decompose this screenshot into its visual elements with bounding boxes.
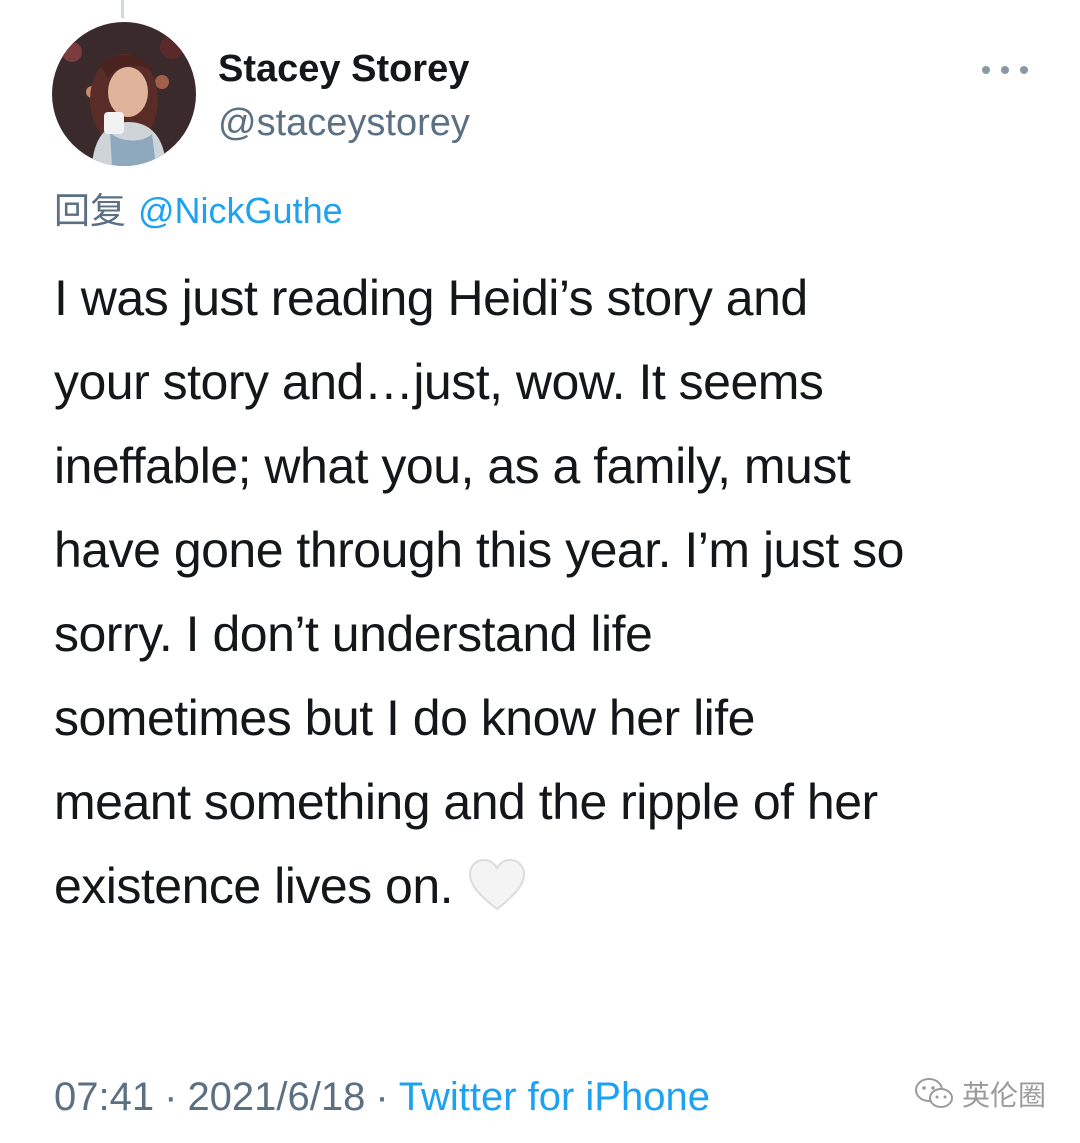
- tweet-line: have gone through this year. I’m just so: [54, 522, 904, 578]
- tweet-line-last: existence lives on.: [54, 844, 1044, 928]
- reply-mention-link[interactable]: @NickGuthe: [138, 190, 343, 231]
- tweet-meta: 07:41 · 2021/6/18 · Twitter for iPhone: [54, 1072, 710, 1122]
- tweet-line: meant something and the ripple of her: [54, 774, 878, 830]
- avatar[interactable]: [52, 22, 196, 166]
- tweet-time[interactable]: 07:41: [54, 1075, 154, 1119]
- tweet-text: I was just reading Heidi’s story and you…: [54, 256, 1044, 928]
- watermark: 英伦圈: [914, 1074, 1046, 1114]
- thread-connector-line: [121, 0, 124, 18]
- reply-prefix: 回复: [54, 190, 127, 231]
- more-dot: [1001, 66, 1009, 74]
- more-options-icon[interactable]: [982, 56, 1028, 84]
- tweet-source-link[interactable]: Twitter for iPhone: [399, 1075, 710, 1119]
- wechat-icon: [914, 1078, 953, 1108]
- tweet-line: I was just reading Heidi’s story and: [54, 270, 808, 326]
- white-heart-icon: [467, 854, 527, 938]
- tweet-line: ineffable; what you, as a family, must: [54, 438, 851, 494]
- more-dot: [1020, 66, 1028, 74]
- tweet-line: existence lives on.: [54, 858, 454, 914]
- watermark-text: 英伦圈: [961, 1080, 1046, 1111]
- author-handle[interactable]: @staceystorey: [218, 98, 470, 148]
- reply-context: 回复 @NickGuthe: [54, 186, 343, 236]
- tweet-line: your story and…just, wow. It seems: [54, 354, 824, 410]
- tweet-line: sometimes but I do know her life: [54, 690, 756, 746]
- tweet-date[interactable]: 2021/6/18: [187, 1075, 365, 1119]
- more-dot: [982, 66, 990, 74]
- author-display-name[interactable]: Stacey Storey: [218, 44, 469, 94]
- tweet-line: sorry. I don’t understand life: [54, 606, 653, 662]
- meta-separator: ·: [375, 1075, 389, 1119]
- meta-separator: ·: [164, 1075, 178, 1119]
- avatar-photo: [52, 22, 196, 166]
